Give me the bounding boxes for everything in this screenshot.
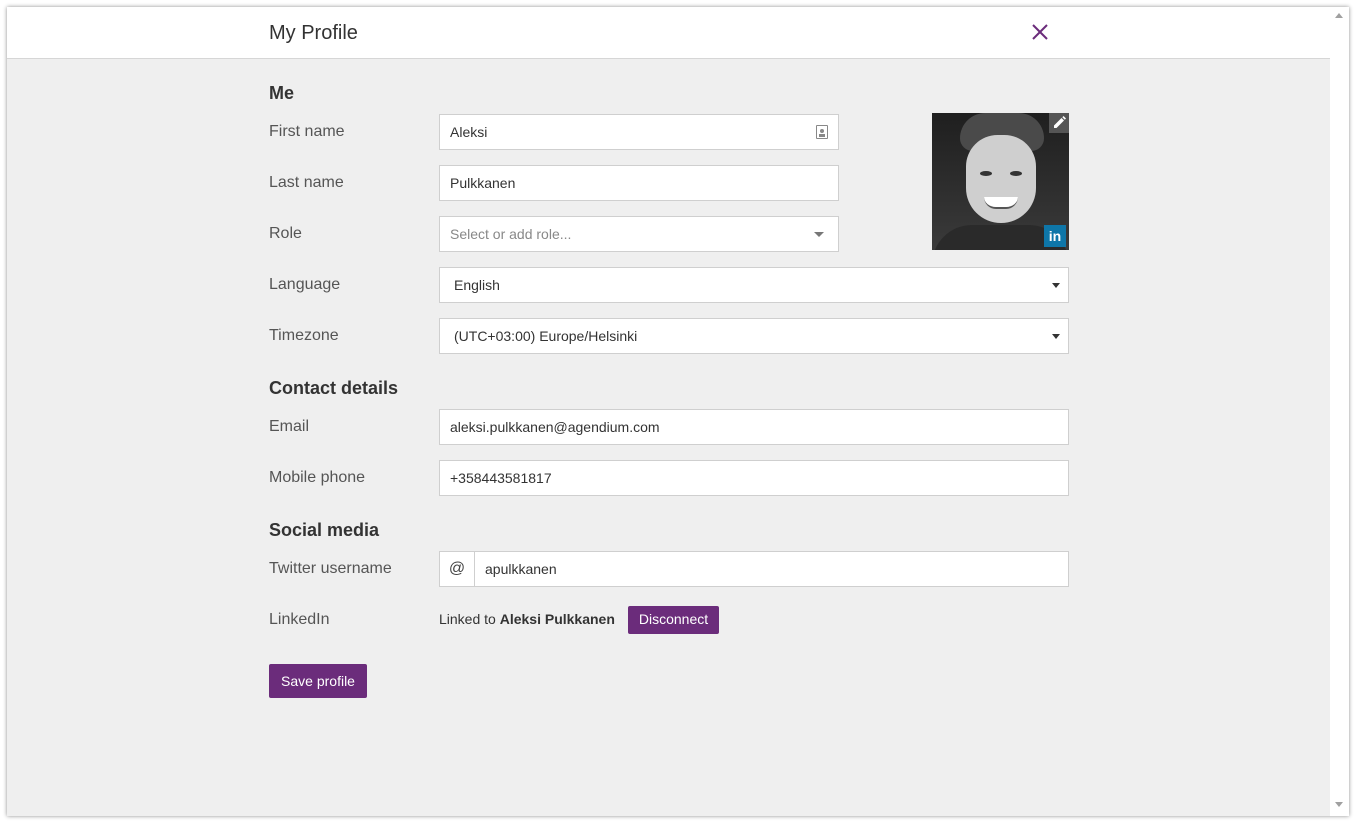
email-value: aleksi.pulkkanen@agendium.com — [450, 419, 660, 435]
section-title-me: Me — [269, 83, 295, 103]
chevron-down-icon — [814, 232, 824, 237]
scroll-up-icon[interactable] — [1335, 13, 1343, 18]
role-placeholder: Select or add role... — [450, 226, 572, 242]
first-name-label: First name — [269, 123, 345, 140]
role-select[interactable]: Select or add role... — [439, 216, 839, 252]
caret-down-icon — [1052, 283, 1060, 288]
first-name-field[interactable]: Aleksi — [439, 114, 839, 150]
last-name-field[interactable]: Pulkkanen — [439, 165, 839, 201]
caret-down-icon — [1052, 334, 1060, 339]
first-name-value: Aleksi — [450, 124, 488, 140]
close-button[interactable] — [1029, 21, 1051, 43]
close-icon — [1032, 24, 1048, 40]
mobile-phone-value: +358443581817 — [450, 470, 552, 486]
profile-dialog: My Profile Me First name Aleksi Last nam… — [7, 7, 1349, 816]
linkedin-label: LinkedIn — [269, 611, 330, 628]
language-value: English — [454, 277, 500, 293]
last-name-value: Pulkkanen — [450, 175, 516, 191]
scroll-down-icon[interactable] — [1335, 802, 1343, 807]
section-title-social: Social media — [269, 520, 380, 540]
linkedin-icon: in — [1044, 225, 1066, 247]
mobile-phone-field[interactable]: +358443581817 — [439, 460, 1069, 496]
at-sign-addon: @ — [439, 551, 475, 587]
linkedin-status: Linked to Aleksi Pulkkanen — [439, 611, 615, 627]
dialog-header: My Profile — [7, 7, 1330, 59]
section-title-contact: Contact details — [269, 378, 399, 398]
edit-avatar-button[interactable] — [1049, 113, 1069, 133]
timezone-select[interactable]: (UTC+03:00) Europe/Helsinki — [439, 318, 1069, 354]
linked-prefix: Linked to — [439, 611, 496, 627]
last-name-label: Last name — [269, 174, 344, 191]
role-label: Role — [269, 225, 302, 242]
timezone-label: Timezone — [269, 327, 339, 344]
disconnect-button[interactable]: Disconnect — [628, 606, 719, 634]
email-label: Email — [269, 418, 310, 435]
save-profile-button[interactable]: Save profile — [269, 664, 367, 698]
language-label: Language — [269, 276, 341, 293]
email-field[interactable]: aleksi.pulkkanen@agendium.com — [439, 409, 1069, 445]
language-select[interactable]: English — [439, 267, 1069, 303]
linked-name: Aleksi Pulkkanen — [499, 611, 615, 627]
mobile-phone-label: Mobile phone — [269, 469, 366, 486]
timezone-value: (UTC+03:00) Europe/Helsinki — [454, 328, 638, 344]
twitter-label: Twitter username — [269, 560, 392, 577]
page-title: My Profile — [269, 22, 358, 44]
contact-card-icon[interactable] — [816, 125, 828, 139]
scrollbar[interactable] — [1330, 7, 1349, 816]
twitter-username-value: apulkkanen — [485, 561, 557, 577]
pencil-icon — [1054, 116, 1066, 128]
twitter-username-field[interactable]: apulkkanen — [474, 551, 1069, 587]
